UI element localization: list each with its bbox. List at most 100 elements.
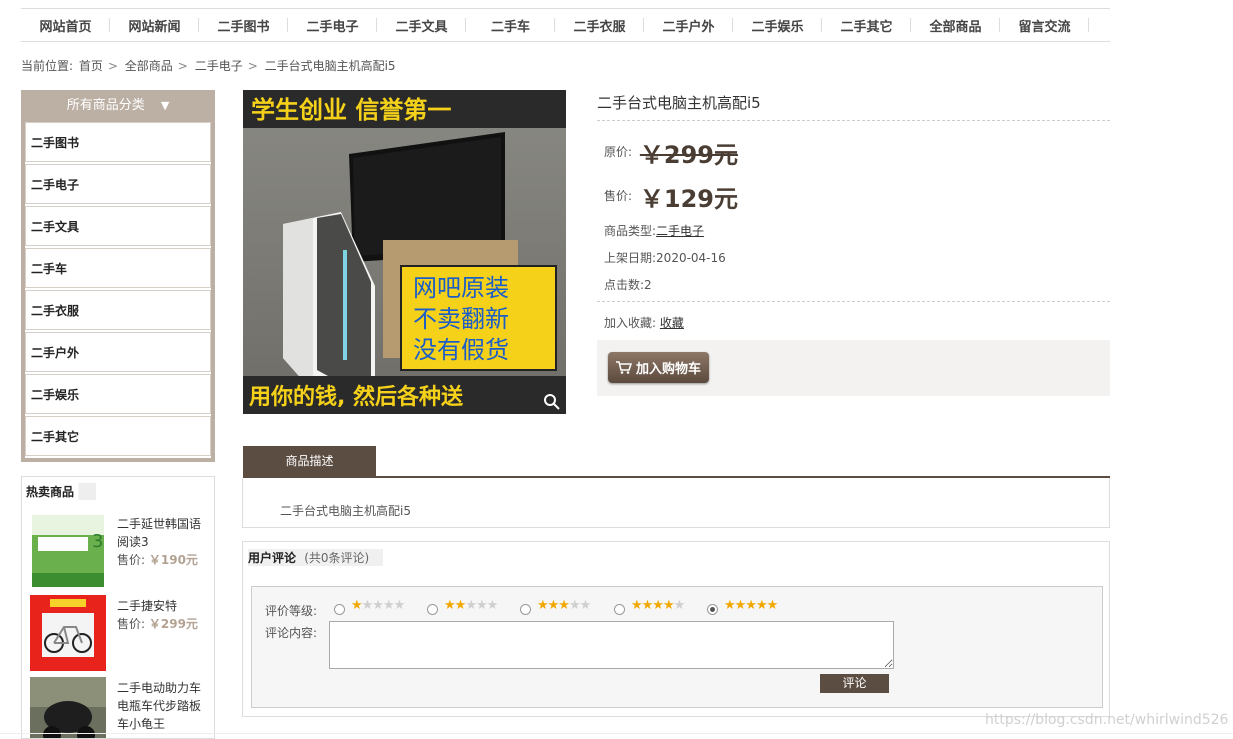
nav-clothes[interactable]: 二手衣服 <box>555 16 644 35</box>
listing-date-label: 上架日期: <box>604 251 657 265</box>
category-item-cars[interactable]: 二手车 <box>25 248 211 288</box>
favorite-row: 加入收藏: 收藏 <box>604 314 684 331</box>
nav-stationery[interactable]: 二手文具 <box>377 16 466 35</box>
category-header[interactable]: 所有商品分类 ▼ <box>22 91 214 121</box>
description-text: 二手台式电脑主机高配i5 <box>280 504 411 518</box>
rating-stars-3: ★★★★★ <box>537 598 591 613</box>
divider <box>597 301 1110 302</box>
nav-cars[interactable]: 二手车 <box>466 16 555 35</box>
hot-item-price-label: 售价: <box>117 617 146 631</box>
triangle-down-icon: ▼ <box>160 99 170 112</box>
nav-home[interactable]: 网站首页 <box>21 16 110 35</box>
sale-price-row: 售价: ￥129元 <box>604 179 738 214</box>
hot-item-name[interactable]: 二手电动助力车电瓶车代步踏板车小龟王 <box>117 679 209 733</box>
rating-stars-4: ★★★★★ <box>631 598 685 613</box>
sale-price-label: 售价: <box>604 189 633 203</box>
category-item-outdoor[interactable]: 二手户外 <box>25 332 211 372</box>
add-to-cart-label: 加入购物车 <box>635 362 701 377</box>
product-title: 二手台式电脑主机高配i5 <box>597 94 761 112</box>
tab-description[interactable]: 商品描述 <box>243 446 376 476</box>
original-price-label: 原价: <box>604 145 633 159</box>
comment-content-label: 评论内容: <box>265 626 318 640</box>
favorite-link[interactable]: 收藏 <box>660 316 684 330</box>
image-box-text-3: 没有假货 <box>413 336 509 364</box>
nav-others[interactable]: 二手其它 <box>822 16 911 35</box>
comments-title: 用户评论 (共0条评论) <box>248 549 384 566</box>
listing-date: 2020-04-16 <box>656 251 726 265</box>
comments-count: (共0条评论) <box>304 551 370 565</box>
comments-heading: 用户评论 <box>248 551 297 565</box>
rating-radio-5[interactable] <box>707 604 718 615</box>
comment-form: 评价等级: ★★★★★ ★★★★★ ★★★★★ ★★★★★ ★★★★★ 评论内容… <box>251 586 1103 708</box>
nav-messages[interactable]: 留言交流 <box>1000 16 1089 35</box>
sale-price: ￥129元 <box>639 185 738 213</box>
product-type-link[interactable]: 二手电子 <box>656 224 704 238</box>
hot-item-name[interactable]: 二手延世韩国语阅读3 <box>117 515 209 551</box>
hot-item-price: ￥299元 <box>148 617 198 631</box>
rating-label: 评价等级: <box>265 604 318 618</box>
hot-products-title: 热卖商品 <box>26 483 97 500</box>
breadcrumb-all-products[interactable]: 全部商品 <box>125 59 173 73</box>
image-top-text: 学生创业 信誉第一 <box>251 96 451 124</box>
image-bottom-text: 用你的钱, 然后各种送 <box>249 384 463 410</box>
breadcrumb-home[interactable]: 首页 <box>79 59 103 73</box>
nav-outdoor[interactable]: 二手户外 <box>644 16 733 35</box>
rating-radio-1[interactable] <box>334 604 345 615</box>
click-count-label: 点击数: <box>604 278 645 292</box>
product-type-label: 商品类型: <box>604 224 657 238</box>
page-bottom-edge <box>0 733 1233 734</box>
chevron-right-icon: > <box>107 59 118 73</box>
cart-area: 加入购物车 <box>597 340 1110 396</box>
click-count: 2 <box>644 278 652 292</box>
submit-comment-button[interactable]: 评论 <box>820 674 889 693</box>
nav-electronics[interactable]: 二手电子 <box>288 16 377 35</box>
top-navigation: 网站首页 网站新闻 二手图书 二手电子 二手文具 二手车 二手衣服 二手户外 二… <box>21 8 1110 42</box>
svg-text:3: 3 <box>92 531 103 552</box>
favorite-label: 加入收藏: <box>604 316 657 330</box>
rating-stars-5: ★★★★★ <box>724 598 778 613</box>
category-item-entertainment[interactable]: 二手娱乐 <box>25 374 211 414</box>
description-panel: 二手台式电脑主机高配i5 <box>242 478 1110 528</box>
category-sidebar: 所有商品分类 ▼ 二手图书 二手电子 二手文具 二手车 二手衣服 二手户外 二手… <box>21 90 215 462</box>
comments-section: 用户评论 (共0条评论) 评价等级: ★★★★★ ★★★★★ ★★★★★ ★★★… <box>242 541 1110 717</box>
nav-news[interactable]: 网站新闻 <box>110 16 199 35</box>
breadcrumb-current: 二手台式电脑主机高配i5 <box>264 59 396 73</box>
cart-icon <box>615 361 632 374</box>
bicycle-thumbnail[interactable] <box>30 595 106 671</box>
original-price-row: 原价: ￥299元 <box>604 135 738 170</box>
rating-radio-4[interactable] <box>614 604 625 615</box>
category-item-electronics[interactable]: 二手电子 <box>25 164 211 204</box>
rating-radio-2[interactable] <box>427 604 438 615</box>
category-list: 二手图书 二手电子 二手文具 二手车 二手衣服 二手户外 二手娱乐 二手其它 <box>25 122 211 458</box>
product-type-row: 商品类型:二手电子 <box>604 222 704 239</box>
category-item-others[interactable]: 二手其它 <box>25 416 211 456</box>
rating-stars-1: ★★★★★ <box>351 598 405 613</box>
hot-item[interactable]: 3 二手延世韩国语阅读3 售价: ￥190元 <box>30 513 214 591</box>
category-item-books[interactable]: 二手图书 <box>25 122 211 162</box>
comment-textarea[interactable] <box>329 621 894 669</box>
category-item-stationery[interactable]: 二手文具 <box>25 206 211 246</box>
breadcrumb-category[interactable]: 二手电子 <box>195 59 243 73</box>
category-title: 所有商品分类 <box>66 98 145 113</box>
nav-all-products[interactable]: 全部商品 <box>911 16 1000 35</box>
nav-entertainment[interactable]: 二手娱乐 <box>733 16 822 35</box>
add-to-cart-button[interactable]: 加入购物车 <box>608 352 709 383</box>
breadcrumb: 当前位置: 首页 > 全部商品 > 二手电子 > 二手台式电脑主机高配i5 <box>21 57 398 74</box>
image-box-text-1: 网吧原装 <box>413 274 509 302</box>
hot-item-price: ￥190元 <box>148 553 198 567</box>
chevron-right-icon: > <box>177 59 188 73</box>
nav-books[interactable]: 二手图书 <box>199 16 288 35</box>
hot-item[interactable]: 二手捷安特 售价: ￥299元 <box>30 595 214 673</box>
hot-item-name[interactable]: 二手捷安特 <box>117 597 209 615</box>
divider <box>597 120 1110 121</box>
rating-stars-2: ★★★★★ <box>444 598 498 613</box>
hot-item-price-label: 售价: <box>117 553 146 567</box>
scooter-thumbnail[interactable] <box>30 677 106 739</box>
category-item-clothes[interactable]: 二手衣服 <box>25 290 211 330</box>
hot-products: 热卖商品 3 二手延世韩国语阅读3 售价: ￥190元 二手捷安特 售价: ￥2… <box>21 476 215 739</box>
click-count-row: 点击数:2 <box>604 276 652 293</box>
book-thumbnail[interactable]: 3 <box>30 513 106 589</box>
product-image[interactable]: 学生创业 信誉第一 网吧原装 不卖翻新 没有假货 用你的钱, 然后各种送 <box>243 90 566 414</box>
rating-radio-3[interactable] <box>520 604 531 615</box>
hot-item[interactable]: 二手电动助力车电瓶车代步踏板车小龟王 <box>30 677 214 739</box>
